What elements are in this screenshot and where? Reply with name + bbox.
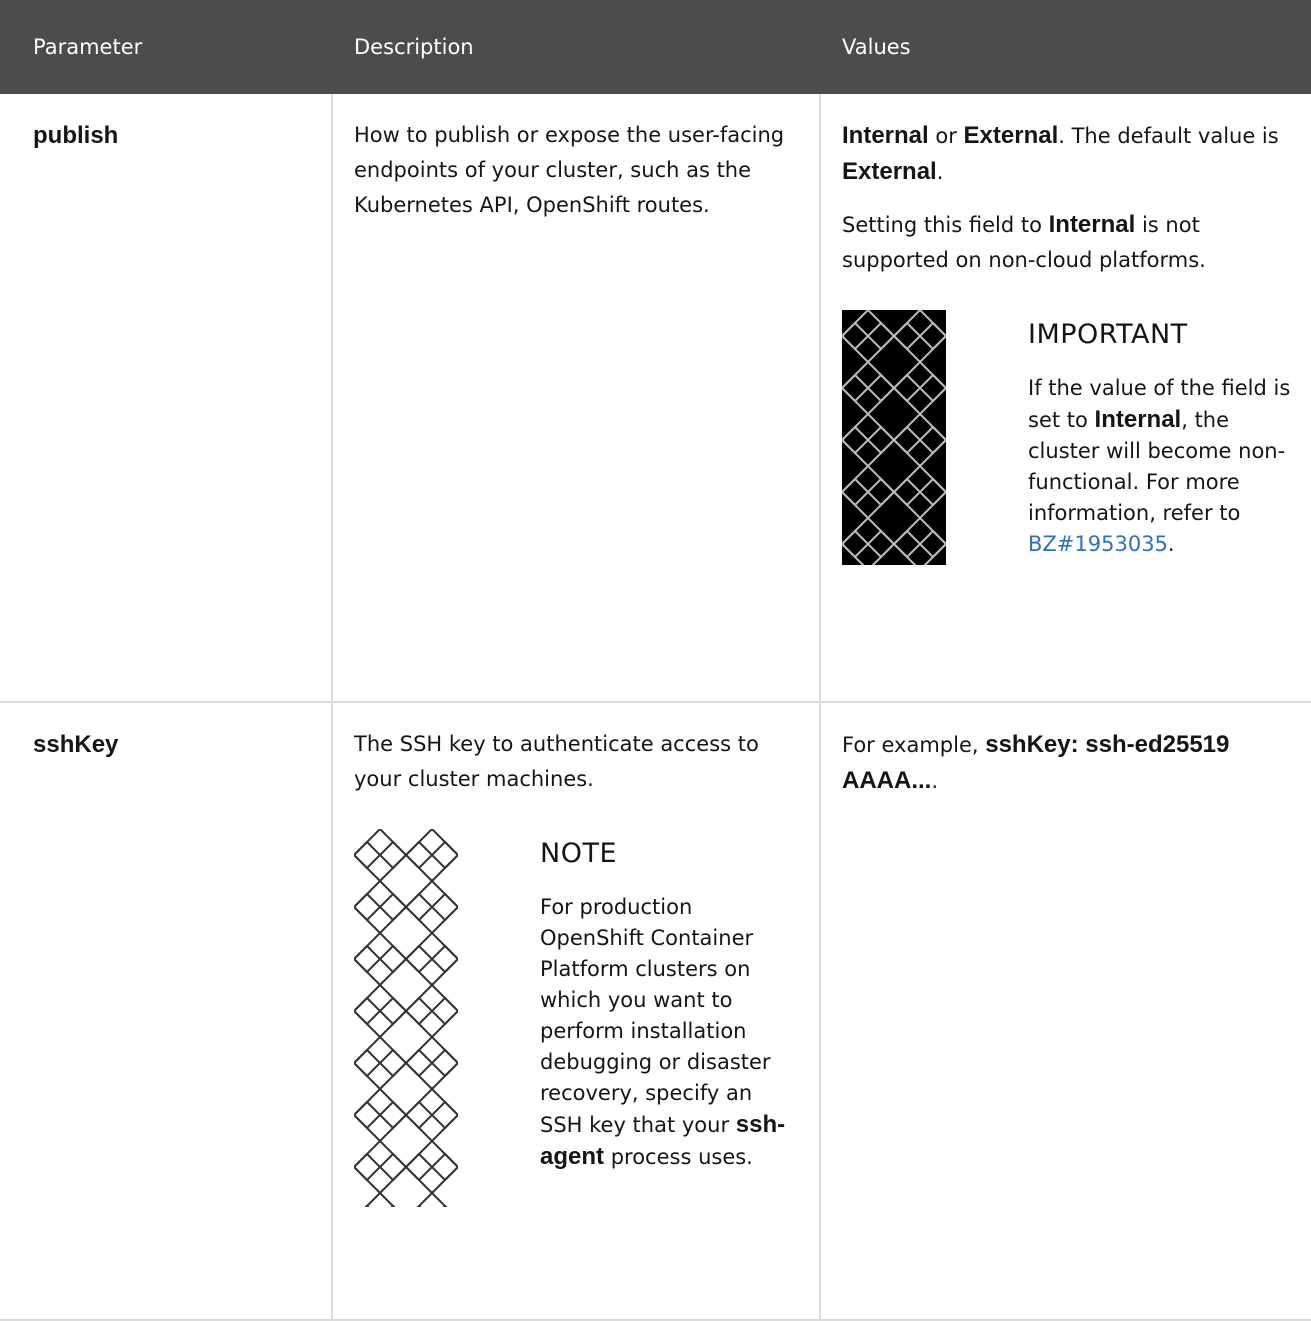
note-text: For production OpenShift Container Platf…	[540, 892, 799, 1173]
value-default-text: . The default value is	[1058, 124, 1279, 148]
table-header-row: Parameter Description Values	[0, 0, 1311, 94]
important-admonition: IMPORTANT If the value of the field is s…	[842, 310, 1301, 576]
table-row: publish How to publish or expose the use…	[0, 94, 1311, 703]
note-text-prefix: For production OpenShift Container Platf…	[540, 895, 771, 1137]
value-external: External	[963, 122, 1059, 149]
header-parameter: Parameter	[0, 0, 333, 94]
important-body: IMPORTANT If the value of the field is s…	[1028, 310, 1301, 576]
note-text-suffix: process uses.	[604, 1145, 753, 1169]
description-text: The SSH key to authenticate access to yo…	[354, 732, 759, 791]
parameters-table: Parameter Description Values publish How…	[0, 0, 1311, 1321]
header-values: Values	[820, 0, 1311, 94]
note-body: NOTE For production OpenShift Container …	[540, 829, 799, 1218]
important-value: Internal	[1094, 406, 1182, 433]
parameter-cell: sshKey	[0, 702, 333, 1321]
description-text: How to publish or expose the user-facing…	[354, 123, 785, 217]
table-row: sshKey The SSH key to authenticate acces…	[0, 702, 1311, 1321]
header-description: Description	[332, 0, 821, 94]
values-cell: Internal or External. The default value …	[820, 94, 1311, 703]
important-pattern-icon	[842, 310, 946, 576]
important-text: If the value of the field is set to Inte…	[1028, 373, 1301, 560]
bz-link[interactable]: BZ#1953035	[1028, 532, 1168, 556]
parameter-name: publish	[33, 122, 119, 149]
note-value: Internal	[1048, 211, 1136, 238]
note-pattern-icon	[354, 829, 458, 1218]
value-period: .	[936, 160, 944, 184]
values-text: For example, sshKey: ssh-ed25519 AAAA...…	[842, 727, 1301, 799]
example-suffix: .	[931, 769, 939, 793]
parameter-name: sshKey	[33, 731, 119, 758]
important-title: IMPORTANT	[1028, 319, 1188, 350]
value-or: or	[928, 124, 964, 148]
description-cell: The SSH key to authenticate access to yo…	[332, 702, 821, 1321]
value-internal: Internal	[842, 122, 929, 149]
note-prefix: Setting this field to	[842, 213, 1049, 237]
note-admonition: NOTE For production OpenShift Container …	[354, 829, 799, 1218]
description-cell: How to publish or expose the user-facing…	[332, 94, 821, 703]
parameter-cell: publish	[0, 94, 333, 703]
value-default: External	[842, 158, 937, 185]
values-note: Setting this field to Internal is not su…	[842, 207, 1301, 278]
note-title: NOTE	[540, 838, 618, 869]
example-prefix: For example,	[842, 733, 986, 757]
values-text: Internal or External. The default value …	[842, 118, 1301, 190]
important-text-suffix: .	[1167, 532, 1175, 556]
values-cell: For example, sshKey: ssh-ed25519 AAAA...…	[820, 702, 1311, 1321]
